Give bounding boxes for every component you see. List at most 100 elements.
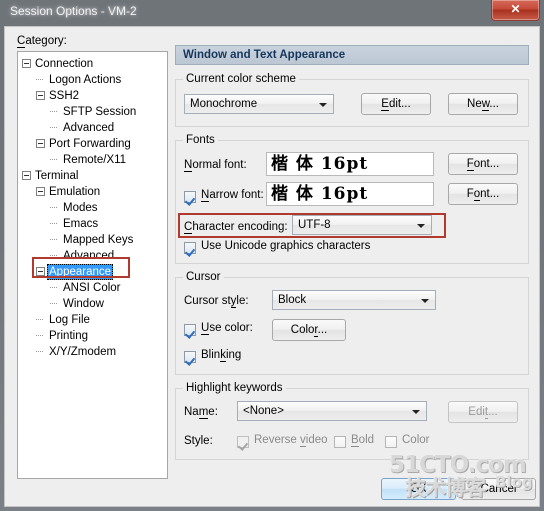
tree-item-label: Logon Actions: [49, 74, 122, 86]
tree-item-label: Appearance: [47, 264, 114, 280]
dialog-window: Session Options - VM-2 ✕ Category: Conne…: [0, 0, 544, 511]
tree-connector-icon: [50, 107, 59, 116]
tree-connector-icon: [50, 235, 59, 244]
unicode-graphics-checkbox[interactable]: [184, 242, 196, 254]
tree-item-ansi-color[interactable]: ANSI Color: [18, 280, 167, 296]
tree-item-label: Log File: [49, 314, 90, 326]
tree-connector-icon: [50, 219, 59, 228]
close-button[interactable]: ✕: [491, 0, 540, 21]
cursor-style-label: Cursor style:: [184, 295, 249, 308]
category-label: Category:: [17, 35, 67, 48]
tree-item-label: Window: [63, 298, 104, 310]
tree-item-connection[interactable]: Connection: [18, 56, 167, 72]
highlight-edit-button[interactable]: Edit...: [448, 401, 518, 423]
cursor-group-label: Cursor: [183, 271, 224, 283]
tree-expander-icon[interactable]: [36, 187, 45, 197]
pane-header: Window and Text Appearance: [175, 45, 529, 65]
tree-connector-icon: [50, 155, 59, 164]
reverse-video-label: Reverse video: [254, 434, 328, 447]
color-scheme-new-button[interactable]: New...: [448, 93, 518, 115]
highlight-style-label: Style:: [184, 435, 213, 447]
bold-checkbox[interactable]: [334, 436, 346, 448]
title-bar: Session Options - VM-2 ✕: [0, 0, 544, 26]
color-checkbox[interactable]: [385, 436, 397, 448]
tree-item-printing[interactable]: Printing: [18, 328, 167, 344]
tree-item-port-forwarding[interactable]: Port Forwarding: [18, 136, 167, 152]
tree-item-label: Remote/X11: [63, 154, 127, 166]
tree-item-label: X/Y/Zmodem: [49, 346, 117, 358]
highlight-name-value: <None>: [243, 405, 284, 417]
cursor-color-button[interactable]: Color...: [272, 319, 346, 341]
tree-item-advanced[interactable]: Advanced: [18, 120, 167, 136]
cursor-style-combo[interactable]: Block: [272, 290, 436, 310]
close-icon: ✕: [510, 2, 521, 16]
tree-item-log-file[interactable]: Log File: [18, 312, 167, 328]
tree-connector-icon: [50, 203, 59, 212]
cancel-button[interactable]: Cancel: [461, 478, 536, 500]
tree-item-mapped-keys[interactable]: Mapped Keys: [18, 232, 167, 248]
tree-item-label: Emacs: [63, 218, 99, 230]
tree-item-label: Mapped Keys: [63, 234, 134, 246]
tree-item-remote-x11[interactable]: Remote/X11: [18, 152, 167, 168]
tree-item-appearance[interactable]: Appearance: [18, 264, 167, 280]
tree-expander-icon[interactable]: [22, 171, 31, 181]
color-scheme-edit-button[interactable]: Edit...: [361, 93, 431, 115]
tree-item-emulation[interactable]: Emulation: [18, 184, 167, 200]
tree-item-label: ANSI Color: [63, 282, 121, 294]
chevron-down-icon: [417, 224, 425, 228]
narrow-font-label: Narrow font:: [201, 189, 264, 202]
tree-item-label: Advanced: [63, 250, 115, 262]
tree-item-label: SSH2: [49, 90, 80, 102]
tree-item-label: Port Forwarding: [49, 138, 131, 150]
tree-item-sftp-session[interactable]: SFTP Session: [18, 104, 167, 120]
tree-item-terminal[interactable]: Terminal: [18, 168, 167, 184]
highlight-name-combo[interactable]: <None>: [237, 401, 427, 421]
narrow-font-checkbox[interactable]: [184, 191, 196, 203]
ok-button[interactable]: OK: [381, 478, 456, 500]
color-label: Color: [402, 434, 430, 446]
use-color-checkbox[interactable]: [184, 324, 196, 336]
tree-connector-icon: [36, 347, 45, 356]
tree-item-logon-actions[interactable]: Logon Actions: [18, 72, 167, 88]
tree-item-label: Advanced: [63, 122, 115, 134]
tree-expander-icon[interactable]: [36, 139, 45, 149]
fonts-group-label: Fonts: [183, 134, 218, 146]
category-tree[interactable]: Connection Logon Actions SSH2 SFTP Session A…: [17, 51, 168, 479]
tree-connector-icon: [50, 251, 59, 260]
color-scheme-combo[interactable]: Monochrome: [184, 94, 334, 114]
tree-item-x-y-zmodem[interactable]: X/Y/Zmodem: [18, 344, 167, 360]
tree-connector-icon: [50, 299, 59, 308]
tree-item-window[interactable]: Window: [18, 296, 167, 312]
tree-expander-icon[interactable]: [22, 59, 31, 69]
tree-item-label: Terminal: [35, 170, 79, 182]
chevron-down-icon: [421, 299, 429, 303]
pane-header-title: Window and Text Appearance: [183, 49, 346, 61]
normal-font-label: Normal font:: [184, 159, 247, 172]
blinking-checkbox[interactable]: [184, 351, 196, 363]
tree-item-ssh2[interactable]: SSH2: [18, 88, 167, 104]
tree-connector-icon: [36, 331, 45, 340]
tree-item-label: Emulation: [49, 186, 101, 198]
tree-item-emacs[interactable]: Emacs: [18, 216, 167, 232]
character-encoding-combo[interactable]: UTF-8: [292, 215, 432, 235]
character-encoding-value: UTF-8: [298, 219, 331, 231]
highlight-name-label: Name:: [184, 406, 218, 419]
tree-item-modes[interactable]: Modes: [18, 200, 167, 216]
dialog-client-area: Category: Connection Logon Actions SSH2 SFT…: [4, 26, 540, 507]
tree-connector-icon: [36, 315, 45, 324]
tree-expander-icon[interactable]: [36, 91, 45, 101]
tree-item-label: SFTP Session: [63, 106, 137, 118]
narrow-font-sample: 楷 体 16pt: [266, 182, 434, 206]
tree-expander-icon[interactable]: [36, 267, 45, 277]
tree-item-advanced[interactable]: Advanced: [18, 248, 167, 264]
highlight-group-label: Highlight keywords: [183, 382, 286, 394]
unicode-graphics-label: Use Unicode graphics characters: [201, 240, 371, 252]
tree-item-label: Connection: [35, 58, 94, 70]
blinking-label: Blinking: [201, 349, 242, 362]
normal-font-button[interactable]: Font...: [448, 153, 518, 175]
reverse-video-checkbox[interactable]: [237, 436, 249, 448]
window-title: Session Options - VM-2: [10, 4, 137, 18]
narrow-font-button[interactable]: Font...: [448, 183, 518, 205]
cursor-style-value: Block: [278, 294, 307, 306]
use-color-label: Use color:: [201, 322, 253, 335]
